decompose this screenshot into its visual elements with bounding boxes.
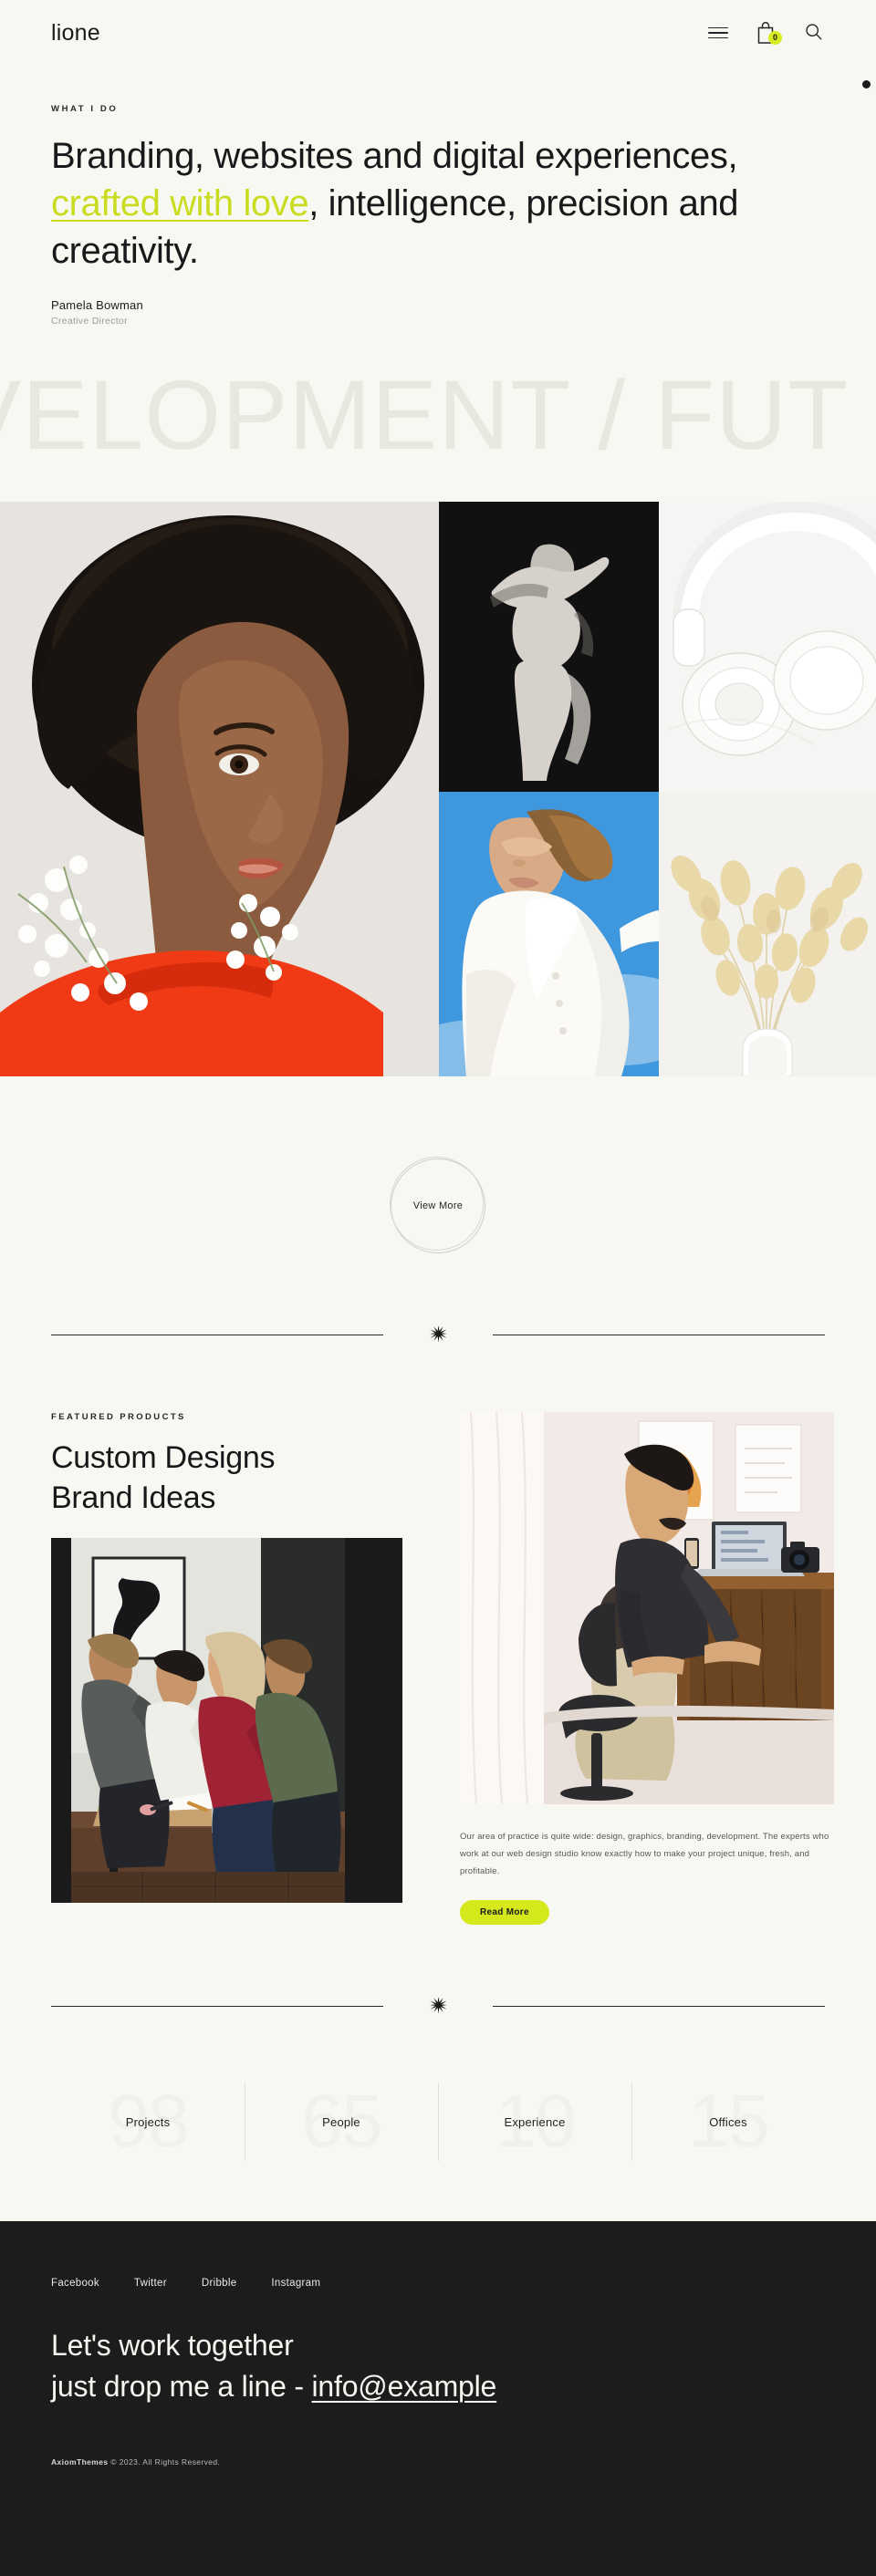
social-link-dribble[interactable]: Dribble — [202, 2278, 237, 2289]
hamburger-menu-button[interactable] — [706, 21, 730, 45]
stat-item-people: 65 People — [245, 2062, 438, 2181]
social-links: Facebook Twitter Dribble Instagram — [51, 2278, 825, 2289]
view-more-button[interactable]: View More — [391, 1158, 485, 1253]
gallery-next-dot[interactable] — [862, 80, 871, 88]
site-header: lione 0 — [0, 0, 876, 66]
brand-logo[interactable]: lione — [51, 20, 100, 47]
sparkle-star-icon-2 — [383, 1998, 493, 2015]
copyright-brand: AxiomThemes — [51, 2457, 109, 2467]
featured-body-text: Our area of practice is quite wide: desi… — [460, 1832, 829, 1876]
copyright-text: AxiomThemes © 2023. All Rights Reserved. — [51, 2457, 825, 2467]
stat-label-offices: Offices — [709, 2114, 747, 2129]
featured-photo-man-at-desk[interactable] — [460, 1412, 834, 1804]
header-actions: 0 — [706, 21, 825, 45]
hero-author: Pamela Bowman Creative Director — [51, 298, 825, 327]
marquee-banner: EVELOPMENT / FUT — [0, 347, 876, 483]
featured-title: Custom Designs Brand Ideas — [51, 1439, 416, 1518]
stat-label-projects: Projects — [125, 2114, 171, 2129]
search-button[interactable] — [801, 21, 825, 45]
gallery-item-dried-bunny-tail-grass[interactable] — [659, 792, 876, 1076]
featured-products-section: FEATURED PRODUCTS Custom Designs Brand Id… — [0, 1412, 876, 1925]
hamburger-menu-icon — [708, 26, 728, 39]
gallery-item-dancer-black-and-white[interactable] — [439, 502, 659, 792]
page-title: Branding, websites and digital experienc… — [51, 132, 825, 275]
stat-label-people: People — [322, 2114, 360, 2129]
stats-counters: 98 Projects 65 People 10 Experience 15 O… — [0, 2062, 876, 2181]
divider-line-left-2 — [51, 2006, 383, 2007]
featured-left-column: FEATURED PRODUCTS Custom Designs Brand Id… — [51, 1412, 416, 1925]
marquee-text: EVELOPMENT / FUT — [0, 359, 850, 470]
stat-label-experience: Experience — [504, 2114, 566, 2129]
hero-section: WHAT I DO Branding, websites and digital… — [0, 66, 876, 327]
featured-photo-team-meeting[interactable] — [51, 1538, 402, 1904]
author-name: Pamela Bowman — [51, 298, 143, 312]
shopping-bag-button[interactable]: 0 — [754, 21, 782, 45]
hero-title-link[interactable]: crafted with love — [51, 183, 309, 223]
social-link-instagram[interactable]: Instagram — [271, 2278, 320, 2289]
copyright-rest: © 2023. All Rights Reserved. — [108, 2457, 221, 2467]
featured-title-line1: Custom Designs — [51, 1440, 276, 1475]
footer-email-link[interactable]: info@example — [312, 2370, 497, 2403]
site-footer: Facebook Twitter Dribble Instagram Let's… — [0, 2221, 876, 2576]
bag-count-badge: 0 — [768, 31, 782, 45]
divider-line-right-2 — [493, 2006, 825, 2007]
social-link-twitter[interactable]: Twitter — [134, 2278, 167, 2289]
footer-headline-line1: Let's work together — [51, 2329, 294, 2362]
gallery-item-woman-white-shirt-blue-sky[interactable] — [439, 792, 659, 1076]
footer-headline: Let's work together just drop me a line -… — [51, 2325, 825, 2408]
author-role: Creative Director — [51, 316, 128, 327]
stat-item-offices: 15 Offices — [631, 2062, 825, 2181]
gallery-item-white-headphones[interactable] — [659, 502, 876, 792]
gallery-item-portrait-woman-red-sweater-flowers[interactable] — [0, 502, 439, 1076]
hero-eyebrow: WHAT I DO — [51, 104, 119, 114]
search-icon — [804, 22, 823, 44]
shopping-bag-icon: 0 — [755, 21, 782, 45]
section-divider-top — [51, 1326, 825, 1344]
featured-title-line2: Brand Ideas — [51, 1480, 216, 1515]
page-root: lione 0 WHAT I DO Branding, websites and… — [0, 0, 876, 2576]
stat-item-projects: 98 Projects — [51, 2062, 245, 2181]
hero-title-part1: Branding, websites and digital experienc… — [51, 136, 738, 176]
read-more-button[interactable]: Read More — [460, 1900, 549, 1925]
stat-item-experience: 10 Experience — [438, 2062, 631, 2181]
image-gallery — [0, 80, 876, 1076]
section-divider-bottom — [51, 1998, 825, 2015]
featured-right-column: Our area of practice is quite wide: desi… — [460, 1412, 834, 1925]
featured-eyebrow: FEATURED PRODUCTS — [51, 1412, 186, 1422]
social-link-facebook[interactable]: Facebook — [51, 2278, 99, 2289]
view-more-wrapper: View More — [0, 1158, 876, 1253]
sparkle-star-icon — [383, 1326, 493, 1344]
footer-headline-line2: just drop me a line - — [51, 2370, 312, 2404]
